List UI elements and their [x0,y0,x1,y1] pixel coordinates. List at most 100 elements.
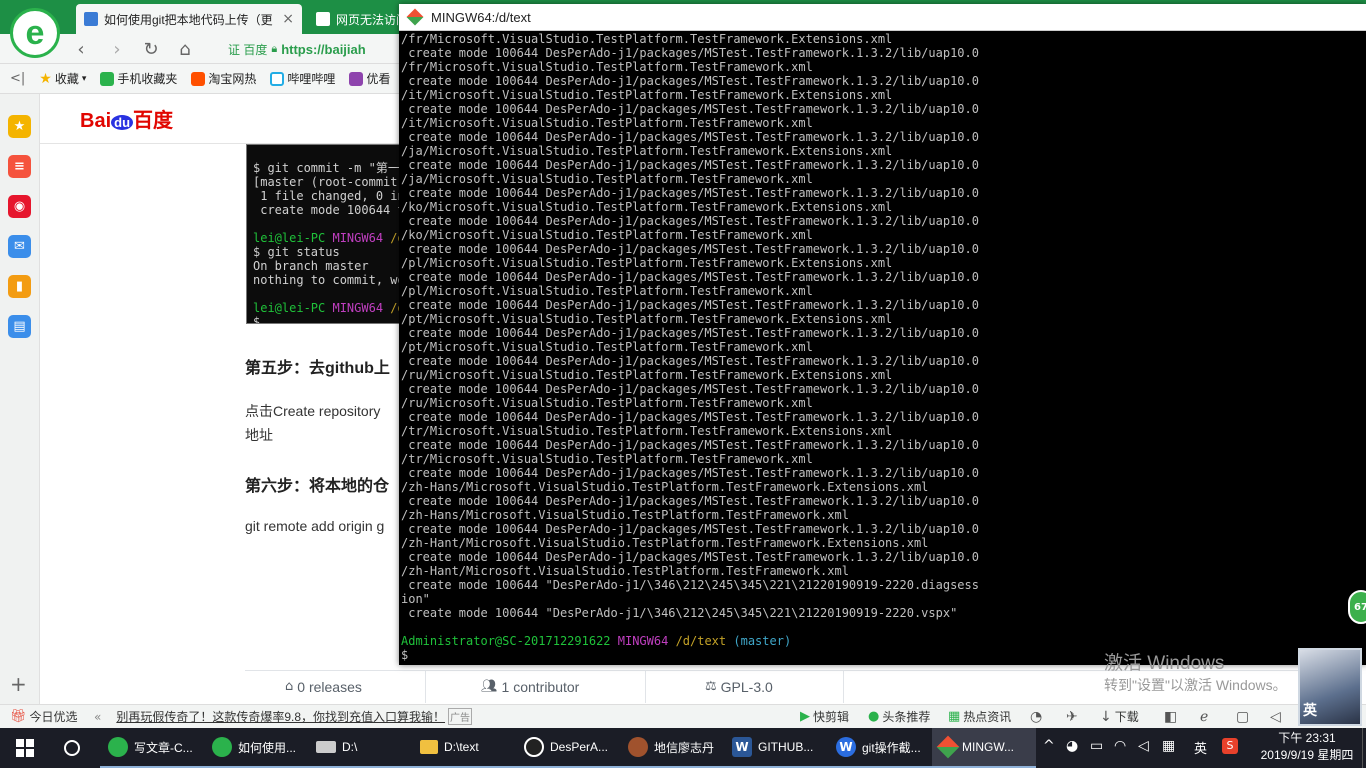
refresh-icon[interactable]: ↻ [140,38,162,60]
collapse-icon[interactable]: <| [10,71,25,86]
window-icon[interactable]: ◧ [1164,709,1177,725]
terminal-line: /ko/Microsoft.VisualStudio.TestPlatform.… [401,228,813,242]
taskbar-item-folder-text[interactable]: D:\text [412,728,516,768]
wifi-icon[interactable]: ◠ [1114,738,1126,754]
show-desktop-button[interactable] [1362,728,1366,768]
taskbar-item-contact[interactable]: 地信廖志丹 [620,728,724,768]
terminal-line: /zh-Hant/Microsoft.VisualStudio.TestPlat… [401,536,929,550]
ime-indicator[interactable]: 英 [1194,738,1207,757]
taskbar-item-drive-d[interactable]: D:\ [308,728,412,768]
browser-logo-icon[interactable]: e [10,8,60,58]
baidu-logo[interactable]: Bai du 百度 [80,104,173,133]
sogou-icon[interactable]: S [1222,738,1238,754]
volume-icon[interactable]: ◁ [1138,738,1149,754]
wps-icon: W [836,737,856,757]
bookmark-icon[interactable]: ▮ [8,275,31,298]
bookmark-mobile[interactable]: 手机收藏夹 [100,70,177,87]
system-clock[interactable]: 下午 23:31 2019/9/19 星期四 [1252,730,1362,764]
page-icon [316,12,330,26]
taskbar-item-wps[interactable]: Wgit操作截... [828,728,932,768]
toutiao-button[interactable]: ● 头条推荐 [868,708,930,725]
add-icon[interactable]: + [10,672,27,696]
terminal-line: create mode 100644 DesPerAdo-j1/packages… [401,298,979,312]
floating-speed-badge[interactable]: 67 [1348,590,1366,624]
terminal-line: ion" [401,592,430,606]
releases-link[interactable]: ⌂ 0 releases [285,679,362,695]
avatar[interactable]: 英 [1298,648,1362,726]
terminal-line: create mode 100644 DesPerAdo-j1/packages… [401,494,979,508]
kuaijian-button[interactable]: ▶ 快剪辑 [800,708,849,725]
home-icon[interactable]: ⌂ [174,38,196,60]
download-button[interactable]: ↓ 下载 [1100,708,1139,725]
chevron-down-icon: ▾ [81,73,87,83]
terminal-line: create mode 100644 DesPerAdo-j1/packages… [401,74,979,88]
document-icon[interactable]: ▤ [8,315,31,338]
sound-icon[interactable]: ◁ [1270,709,1281,725]
ad-banner[interactable]: «别再玩假传奇了！这款传奇爆率9.8，你找到充值入口算我输！ 广告 [94,708,473,725]
terminal-line: create mode 100644 DesPerAdo-j1/packages… [401,410,979,424]
tray-qq-icon[interactable]: ◕ [1066,738,1078,754]
tab-title: 网页无法访问 [336,12,402,27]
restore-icon[interactable]: ▢ [1236,709,1249,725]
taskbar-item-browser-2[interactable]: 如何使用... [204,728,308,768]
terminal-title-bar[interactable]: MINGW64:/d/text [399,4,1366,31]
git-screenshot-image: $ git commit -m "第一 [master (root-commit)… [246,144,406,324]
contributors-link[interactable]: 👥︎ 1 contributor [481,679,579,695]
browser-icon [108,737,128,757]
license-link[interactable]: ⚖ GPL-3.0 [705,679,773,695]
step6-heading: 第六步：将本地的仓 [245,478,390,495]
mail-icon[interactable]: ✉ [8,235,31,258]
terminal-line: /pt/Microsoft.VisualStudio.TestPlatform.… [401,312,893,326]
tab-how-to-use-git[interactable]: 如何使用git把本地代码上传（更 × [76,4,302,34]
terminal-line: create mode 100644 DesPerAdo-j1/packages… [401,186,979,200]
step5-heading: 第五步：去github上 [245,360,390,377]
close-tab-icon[interactable]: × [282,11,294,27]
terminal-line: create mode 100644 DesPerAdo-j1/packages… [401,466,979,480]
taskbar-item-word-github[interactable]: W GITHUB... [724,728,828,768]
battery-icon[interactable]: ▭ [1090,738,1103,754]
terminal-line: /zh-Hans/Microsoft.VisualStudio.TestPlat… [401,480,929,494]
terminal-output[interactable]: /fr/Microsoft.VisualStudio.TestPlatform.… [401,32,1364,664]
tab-page-unreachable[interactable]: 网页无法访问 [308,4,402,34]
bookmark-bilibili[interactable]: 哔哩哔哩 [270,70,335,87]
drive-icon [316,741,336,753]
star-icon: ★ [39,70,52,87]
folder-icon [420,740,438,754]
taskbar-item-qq[interactable]: DesPerA... [516,728,620,768]
keyboard-icon[interactable]: ▦ [1162,738,1175,754]
notes-icon[interactable]: ≡ [8,155,31,178]
hotnews-button[interactable]: ▦ 热点资讯 [948,708,1011,725]
terminal-title: MINGW64:/d/text [431,9,531,25]
terminal-line: create mode 100644 DesPerAdo-j1/packages… [401,354,979,368]
download-icon: ↓ [1100,708,1112,725]
weibo-icon[interactable]: ◉ [8,195,31,218]
terminal-line: create mode 100644 "DesPerAdo-j1/\346\21… [401,578,979,592]
start-button[interactable] [8,728,34,768]
bookmark-youkan[interactable]: 优看 [349,70,390,87]
youkan-icon [349,71,364,86]
terminal-line: /ja/Microsoft.VisualStudio.TestPlatform.… [401,144,893,158]
play-icon: ▶ [800,709,810,724]
forward-icon[interactable]: › [106,38,128,60]
windows-logo-icon [16,739,34,757]
git-bash-icon [936,735,960,759]
taskbar-item-browser-1[interactable]: 写文章-C... [100,728,204,768]
terminal-line: create mode 100644 DesPerAdo-j1/packages… [401,102,979,116]
taskbar-item-mingw[interactable]: MINGW... [932,728,1036,768]
mingw64-terminal-window[interactable]: MINGW64:/d/text /fr/Microsoft.VisualStud… [399,4,1366,665]
bookmark-taobao[interactable]: 淘宝网热 [191,70,256,87]
bookmark-favorites[interactable]: ★ 收藏 ▾ [39,70,86,87]
back-icon[interactable]: ‹ [70,38,92,60]
terminal-line: create mode 100644 DesPerAdo-j1/packages… [401,438,979,452]
show-hidden-icons[interactable]: ^ [1043,738,1055,754]
pin-icon[interactable]: ✈ [1066,709,1078,725]
lock-icon: 🔒︎ [271,42,278,55]
speed-icon[interactable]: ◔ [1030,709,1042,725]
favorites-star-icon[interactable]: ★ [8,115,31,138]
search-button[interactable] [56,728,80,768]
today-picks[interactable]: 🎁︎ 今日优选 [10,708,78,725]
ie-icon[interactable]: ℯ [1200,709,1208,725]
terminal-line: create mode 100644 DesPerAdo-j1/packages… [401,158,979,172]
address-bar[interactable]: 证 百度 🔒︎ https://baijiah [228,37,408,61]
